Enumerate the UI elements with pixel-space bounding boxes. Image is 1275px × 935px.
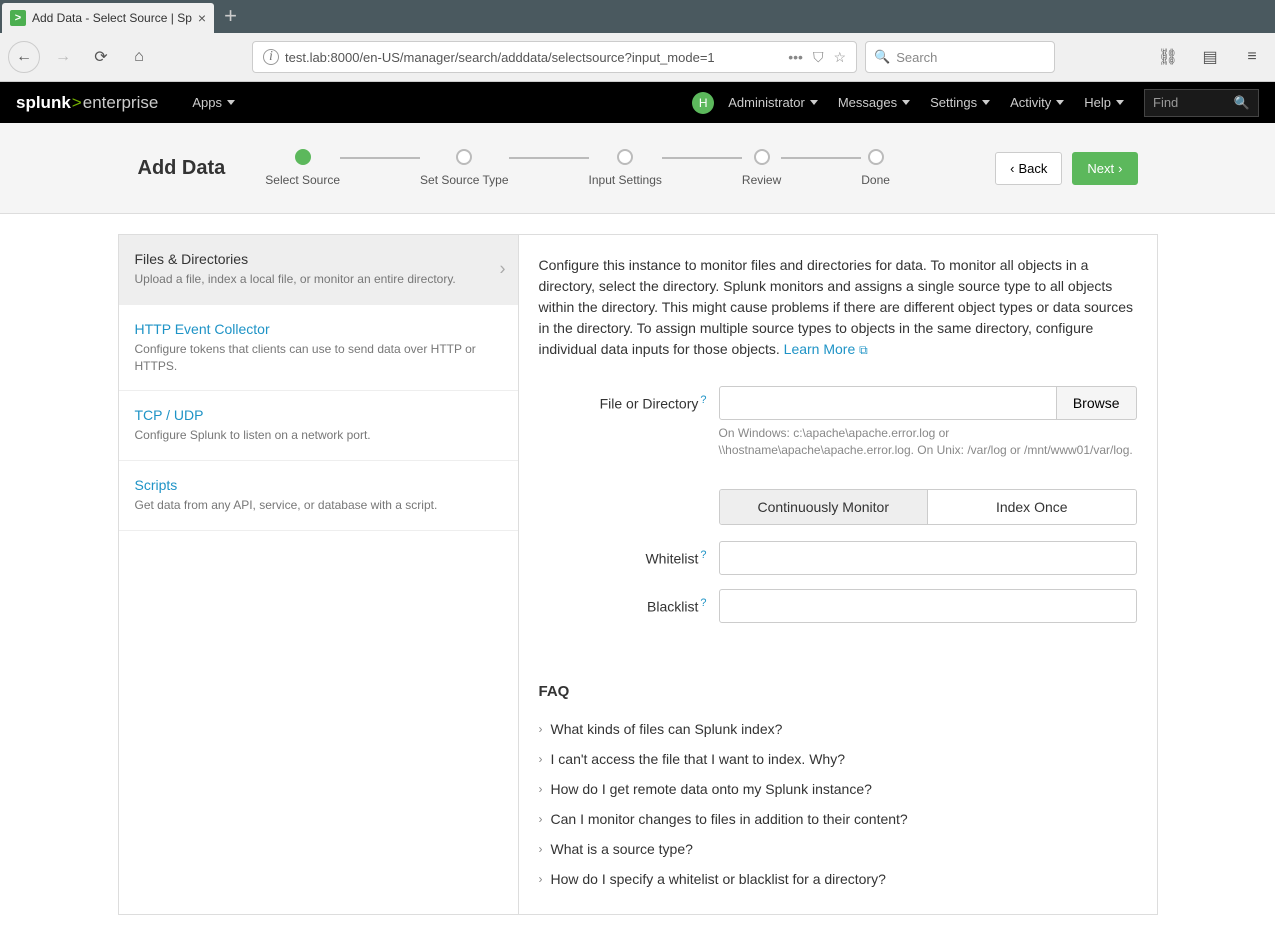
help-menu[interactable]: Help	[1074, 82, 1134, 123]
step-review: Review	[742, 149, 781, 187]
url-text: test.lab:8000/en-US/manager/search/addda…	[285, 50, 782, 65]
settings-menu[interactable]: Settings	[920, 82, 1000, 123]
chevron-right-icon: ›	[539, 842, 543, 856]
tab-title: Add Data - Select Source | Sp	[32, 11, 192, 25]
faq-section: FAQ ›What kinds of files can Splunk inde…	[539, 683, 1137, 894]
step-input-settings: Input Settings	[589, 149, 662, 187]
description-text: Configure this instance to monitor files…	[539, 255, 1137, 360]
chevron-right-icon: ›	[1118, 161, 1122, 176]
sidebar-item-http-event-collector[interactable]: HTTP Event Collector Configure tokens th…	[119, 305, 518, 392]
sidebar-icon[interactable]: ▤	[1195, 42, 1225, 72]
blacklist-label: Blacklist?	[539, 589, 719, 615]
chevron-right-icon: ›	[539, 812, 543, 826]
blacklist-input[interactable]	[719, 589, 1137, 623]
step-done: Done	[861, 149, 890, 187]
whitelist-input[interactable]	[719, 541, 1137, 575]
avatar[interactable]: H	[692, 92, 714, 114]
caret-down-icon	[1056, 100, 1064, 105]
pocket-icon[interactable]: ⛉	[813, 49, 824, 66]
star-icon[interactable]: ☆	[833, 49, 846, 66]
activity-menu[interactable]: Activity	[1000, 82, 1074, 123]
external-link-icon: ⧉	[859, 341, 868, 359]
content: Files & Directories Upload a file, index…	[118, 234, 1158, 915]
chevron-right-icon: ›	[539, 782, 543, 796]
main-panel: Configure this instance to monitor files…	[519, 235, 1157, 914]
find-input[interactable]: Find🔍	[1144, 89, 1259, 117]
chevron-right-icon: ›	[500, 259, 506, 280]
next-button[interactable]: Next›	[1072, 152, 1137, 185]
chevron-left-icon: ‹	[1010, 161, 1014, 176]
step-select-source: Select Source	[265, 149, 340, 187]
browser-search[interactable]: 🔍 Search	[865, 41, 1055, 73]
library-icon[interactable]: ⛓	[1153, 42, 1183, 72]
caret-down-icon	[1116, 100, 1124, 105]
ellipsis-icon[interactable]: •••	[788, 49, 803, 66]
caret-down-icon	[810, 100, 818, 105]
administrator-menu[interactable]: Administrator	[718, 82, 828, 123]
close-tab-icon[interactable]: ×	[198, 10, 206, 26]
faq-heading: FAQ	[539, 683, 1137, 700]
learn-more-link[interactable]: Learn More ⧉	[784, 341, 868, 357]
back-button[interactable]: ‹Back	[995, 152, 1062, 185]
caret-down-icon	[982, 100, 990, 105]
help-icon[interactable]: ?	[700, 597, 706, 609]
browser-chrome: > Add Data - Select Source | Sp × + ← → …	[0, 0, 1275, 82]
sidebar-item-tcp-udp[interactable]: TCP / UDP Configure Splunk to listen on …	[119, 391, 518, 461]
caret-down-icon	[227, 100, 235, 105]
faq-item[interactable]: ›Can I monitor changes to files in addit…	[539, 804, 1137, 834]
monitor-mode-toggle: Continuously Monitor Index Once	[719, 489, 1137, 525]
forward-button[interactable]: →	[48, 42, 78, 72]
wizard-header: Add Data Select Source Set Source Type I…	[0, 123, 1275, 214]
step-set-source-type: Set Source Type	[420, 149, 509, 187]
wizard-stepper: Select Source Set Source Type Input Sett…	[265, 149, 995, 187]
whitelist-label: Whitelist?	[539, 541, 719, 567]
faq-item[interactable]: ›How do I get remote data onto my Splunk…	[539, 774, 1137, 804]
chevron-right-icon: ›	[539, 722, 543, 736]
source-type-sidebar: Files & Directories Upload a file, index…	[119, 235, 519, 914]
search-icon: 🔍	[874, 49, 890, 65]
browser-toolbar: ← → ⟳ ⌂ i test.lab:8000/en-US/manager/se…	[0, 33, 1275, 82]
page-title: Add Data	[138, 157, 226, 180]
faq-item[interactable]: ›What is a source type?	[539, 834, 1137, 864]
favicon-icon: >	[10, 10, 26, 26]
help-icon[interactable]: ?	[700, 549, 706, 561]
url-bar[interactable]: i test.lab:8000/en-US/manager/search/add…	[252, 41, 857, 73]
search-icon: 🔍	[1234, 95, 1250, 111]
browse-button[interactable]: Browse	[1057, 386, 1137, 420]
continuously-monitor-button[interactable]: Continuously Monitor	[720, 490, 928, 524]
splunk-top-nav: splunk>enterprise Apps H Administrator M…	[0, 82, 1275, 123]
back-button[interactable]: ←	[8, 41, 40, 73]
chevron-right-icon: ›	[539, 752, 543, 766]
file-path-hint: On Windows: c:\apache\apache.error.log o…	[719, 425, 1137, 459]
faq-item[interactable]: ›How do I specify a whitelist or blackli…	[539, 864, 1137, 894]
apps-menu[interactable]: Apps	[182, 82, 245, 123]
file-or-directory-input[interactable]	[719, 386, 1057, 420]
help-icon[interactable]: ?	[700, 394, 706, 406]
site-info-icon[interactable]: i	[263, 49, 279, 65]
menu-icon[interactable]: ≡	[1237, 42, 1267, 72]
chevron-right-icon: ›	[539, 872, 543, 886]
faq-item[interactable]: ›What kinds of files can Splunk index?	[539, 714, 1137, 744]
messages-menu[interactable]: Messages	[828, 82, 920, 123]
splunk-logo[interactable]: splunk>enterprise	[16, 93, 158, 113]
home-button[interactable]: ⌂	[124, 42, 154, 72]
faq-item[interactable]: ›I can't access the file that I want to …	[539, 744, 1137, 774]
search-placeholder: Search	[896, 50, 937, 65]
index-once-button[interactable]: Index Once	[927, 490, 1136, 524]
browser-tab[interactable]: > Add Data - Select Source | Sp ×	[2, 3, 214, 33]
tab-bar: > Add Data - Select Source | Sp × +	[0, 0, 1275, 33]
file-or-directory-label: File or Directory?	[539, 386, 719, 412]
new-tab-button[interactable]: +	[224, 3, 237, 29]
caret-down-icon	[902, 100, 910, 105]
reload-button[interactable]: ⟳	[86, 42, 116, 72]
sidebar-item-files-directories[interactable]: Files & Directories Upload a file, index…	[119, 235, 518, 305]
sidebar-item-scripts[interactable]: Scripts Get data from any API, service, …	[119, 461, 518, 531]
